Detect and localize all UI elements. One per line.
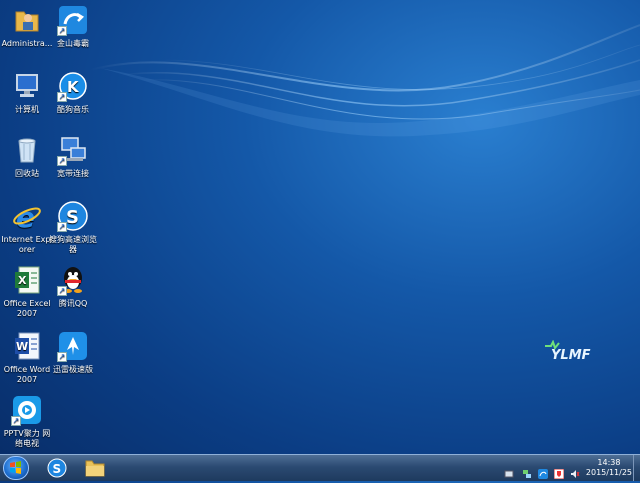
network-icon[interactable]	[522, 464, 532, 478]
svg-text:e: e	[16, 201, 35, 232]
sogou-browser-icon: S ↗	[57, 200, 89, 232]
file-explorer-icon	[85, 460, 105, 477]
desktop-icon-label: 迅雷极速版	[53, 365, 93, 374]
speaker-icon[interactable]	[570, 464, 580, 478]
shortcut-arrow-icon: ↗	[57, 352, 67, 362]
qq-icon: ↗	[57, 264, 89, 296]
clock-time: 14:38	[597, 458, 621, 467]
logo-text: YLMF	[551, 348, 591, 363]
security-shield-icon[interactable]	[553, 464, 565, 480]
windows-start-icon[interactable]	[3, 456, 29, 480]
desktop-icon-thunder[interactable]: ↗ 迅雷极速版	[46, 330, 100, 375]
system-clock[interactable]: 14:38 2015/11/25	[586, 458, 632, 478]
wallpaper-logo: YLMF	[543, 339, 599, 364]
desktop-icon-label: 搜狗高速浏览器	[49, 235, 97, 254]
kugou-music-icon: K ↗	[57, 70, 89, 102]
svg-text:S: S	[66, 207, 79, 228]
taskbar: S 14:38 2015/11/25	[0, 454, 640, 481]
user-folder-icon	[11, 4, 43, 36]
desktop-icon-kugou-music[interactable]: K ↗ 酷狗音乐	[46, 70, 100, 115]
desktop-icon-label: 宽带连接	[57, 169, 89, 178]
taskbar-sogou-browser-button[interactable]: S	[40, 457, 74, 479]
word-icon: W	[11, 330, 43, 362]
broadband-connection-icon: ↗	[57, 134, 89, 166]
keyboard-icon[interactable]	[504, 464, 514, 478]
desktop-icon-qq[interactable]: ↗ 腾讯QQ	[46, 264, 100, 309]
desktop-icon-label: 酷狗音乐	[57, 105, 89, 114]
taskbar-file-explorer-button[interactable]	[78, 457, 112, 479]
desktop-icon-broadband[interactable]: ↗ 宽带连接	[46, 134, 100, 179]
desktop-icon-pptv[interactable]: ↗ PPTV聚力 网络电视	[0, 394, 54, 449]
shortcut-arrow-icon: ↗	[11, 416, 21, 426]
svg-text:S: S	[53, 462, 62, 476]
kingsoft-antivirus-icon: ↗	[57, 4, 89, 36]
desktop-icon-sogou-browser[interactable]: S ↗ 搜狗高速浏览器	[46, 200, 100, 255]
thunder-icon: ↗	[57, 330, 89, 362]
show-desktop-button[interactable]	[633, 455, 640, 481]
recycle-bin-icon	[11, 134, 43, 166]
desktop-icon-label: 金山毒霸	[57, 39, 89, 48]
svg-text:X: X	[18, 274, 27, 287]
desktop-icon-kingsoft-antivirus[interactable]: ↗ 金山毒霸	[46, 4, 100, 49]
shortcut-arrow-icon: ↗	[57, 156, 67, 166]
shortcut-arrow-icon: ↗	[57, 222, 67, 232]
internet-explorer-icon: e	[11, 200, 43, 234]
computer-icon	[11, 70, 43, 102]
desktop-icon-label: PPTV聚力 网络电视	[3, 429, 51, 448]
desktop-icon-label: 腾讯QQ	[58, 299, 88, 308]
svg-text:K: K	[67, 78, 80, 96]
svg-text:W: W	[16, 340, 28, 353]
clock-date: 2015/11/25	[585, 468, 632, 477]
shortcut-arrow-icon: ↗	[57, 92, 67, 102]
sogou-browser-icon: S	[47, 458, 67, 478]
excel-icon: X	[11, 264, 43, 296]
shortcut-arrow-icon: ↗	[57, 26, 67, 36]
shortcut-arrow-icon: ↗	[57, 286, 67, 296]
kingsoft-antivirus-tray-icon[interactable]	[538, 464, 548, 479]
pptv-icon: ↗	[11, 394, 43, 426]
